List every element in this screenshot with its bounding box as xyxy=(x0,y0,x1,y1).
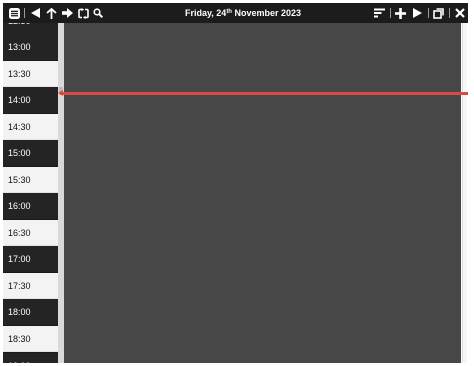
time-column: 12:30 13:00 13:30 14:00 14:30 15:00 15:3… xyxy=(3,23,58,363)
time-slot[interactable]: 16:00 xyxy=(3,193,58,219)
search-icon xyxy=(93,8,103,18)
time-slot[interactable]: 14:00 xyxy=(3,87,58,113)
time-slot[interactable]: 17:30 xyxy=(3,273,58,299)
up-icon xyxy=(45,7,57,19)
vertical-scrollbar[interactable] xyxy=(461,23,468,363)
date-month-year: November 2023 xyxy=(231,8,302,18)
restore-button[interactable] xyxy=(432,5,445,21)
time-slot[interactable]: 14:30 xyxy=(3,114,58,140)
menu-button[interactable] xyxy=(7,5,21,21)
time-slot[interactable]: 15:00 xyxy=(3,140,58,166)
play-icon xyxy=(412,8,422,18)
schedule-grid[interactable] xyxy=(64,23,461,363)
toolbar-separator xyxy=(390,8,391,18)
time-slot[interactable]: 15:30 xyxy=(3,167,58,193)
play-button[interactable] xyxy=(411,5,423,21)
time-slot[interactable]: 12:30 xyxy=(3,23,58,34)
time-slot[interactable]: 13:00 xyxy=(3,34,58,60)
restore-icon xyxy=(433,7,444,19)
close-button[interactable] xyxy=(453,5,466,21)
sort-button[interactable] xyxy=(373,5,386,21)
up-button[interactable] xyxy=(44,5,58,21)
date-day: Friday, 24 xyxy=(184,8,227,18)
forward-button[interactable] xyxy=(61,5,74,21)
search-button[interactable] xyxy=(92,5,104,21)
calendar-window: Friday, 24th November 2023 12:30 13:00 1… xyxy=(3,3,468,363)
back-button[interactable] xyxy=(29,5,41,21)
current-time-indicator xyxy=(58,90,468,96)
time-slot[interactable]: 16:30 xyxy=(3,220,58,246)
menu-icon xyxy=(8,7,20,19)
toolbar: Friday, 24th November 2023 xyxy=(3,3,468,23)
toolbar-separator xyxy=(428,8,429,18)
refresh-button[interactable] xyxy=(77,5,90,21)
forward-icon xyxy=(62,8,73,18)
toolbar-separator xyxy=(24,8,25,18)
close-icon xyxy=(454,8,465,18)
sort-icon xyxy=(374,8,385,18)
date-title: Friday, 24th November 2023 xyxy=(143,3,343,23)
time-slot[interactable]: 19:00 xyxy=(3,353,58,363)
toolbar-separator xyxy=(449,8,450,18)
time-slot[interactable]: 13:30 xyxy=(3,61,58,87)
back-icon xyxy=(30,8,40,18)
add-icon xyxy=(395,7,406,19)
scrollbar-thumb[interactable] xyxy=(462,23,467,363)
refresh-icon xyxy=(78,7,89,19)
time-slot[interactable]: 18:30 xyxy=(3,326,58,352)
time-slot[interactable]: 17:00 xyxy=(3,246,58,272)
time-slot[interactable]: 18:00 xyxy=(3,299,58,325)
add-button[interactable] xyxy=(394,5,407,21)
